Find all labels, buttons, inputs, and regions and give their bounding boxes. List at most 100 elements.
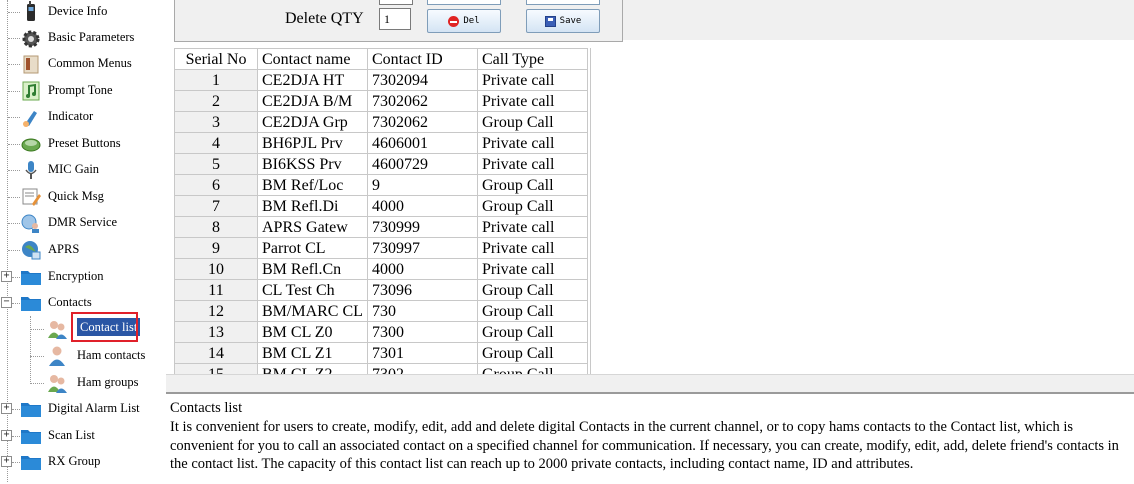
table-row[interactable]: 5 BI6KSS Prv 4600729 Private call	[174, 153, 588, 175]
call-type-cell[interactable]: Private call	[477, 216, 588, 238]
call-type-cell[interactable]: Private call	[477, 258, 588, 280]
call-type-cell[interactable]: Group Call	[477, 363, 588, 374]
serial-no-cell[interactable]: 11	[174, 279, 258, 301]
call-type-cell[interactable]: Group Call	[477, 111, 588, 133]
contact-name-cell[interactable]: CE2DJA Grp	[257, 111, 368, 133]
contact-id-cell[interactable]: 730	[367, 300, 478, 322]
tree-item-mic-gain[interactable]: MIC Gain	[0, 157, 166, 183]
contact-id-cell[interactable]: 7302062	[367, 90, 478, 112]
serial-no-cell[interactable]: 5	[174, 153, 258, 175]
table-row[interactable]: 14 BM CL Z1 7301 Group Call	[174, 342, 588, 364]
contact-name-cell[interactable]: CE2DJA HT	[257, 69, 368, 91]
delete-button[interactable]: Del	[427, 9, 501, 33]
table-row[interactable]: 7 BM Refl.Di 4000 Group Call	[174, 195, 588, 217]
contact-id-cell[interactable]: 4000	[367, 258, 478, 280]
call-type-cell[interactable]: Group Call	[477, 195, 588, 217]
tree-item-common-menus[interactable]: Common Menus	[0, 51, 166, 77]
expand-plus-icon[interactable]: +	[1, 271, 12, 282]
call-type-cell[interactable]: Private call	[477, 69, 588, 91]
call-type-cell[interactable]: Private call	[477, 132, 588, 154]
serial-no-cell[interactable]: 12	[174, 300, 258, 322]
contact-id-cell[interactable]: 7300	[367, 321, 478, 343]
tree-item-encryption[interactable]: + Encryption	[0, 264, 166, 290]
contact-name-cell[interactable]: CE2DJA B/M	[257, 90, 368, 112]
tree-item-digital-alarm-list[interactable]: + Digital Alarm List	[0, 396, 166, 422]
call-type-cell[interactable]: Private call	[477, 153, 588, 175]
call-type-cell[interactable]: Group Call	[477, 300, 588, 322]
serial-no-cell[interactable]: 15	[174, 363, 258, 374]
table-row[interactable]: 15 BM CL Z2 7302 Group Call	[174, 363, 588, 374]
serial-no-cell[interactable]: 6	[174, 174, 258, 196]
contact-name-cell[interactable]: CL Test Ch	[257, 279, 368, 301]
contact-id-cell[interactable]: 4000	[367, 195, 478, 217]
contact-name-cell[interactable]: BH6PJL Prv	[257, 132, 368, 154]
contact-name-cell[interactable]: BM Refl.Di	[257, 195, 368, 217]
table-row[interactable]: 9 Parrot CL 730997 Private call	[174, 237, 588, 259]
serial-no-cell[interactable]: 1	[174, 69, 258, 91]
contact-id-cell[interactable]: 7302094	[367, 69, 478, 91]
contact-id-cell[interactable]: 73096	[367, 279, 478, 301]
call-type-cell[interactable]: Group Call	[477, 342, 588, 364]
call-type-cell[interactable]: Private call	[477, 237, 588, 259]
contact-id-cell[interactable]: 4606001	[367, 132, 478, 154]
contact-name-cell[interactable]: BM CL Z2	[257, 363, 368, 374]
tree-item-basic-parameters[interactable]: Basic Parameters	[0, 25, 166, 51]
column-header-contact-id[interactable]: Contact ID	[367, 48, 478, 70]
table-row[interactable]: 10 BM Refl.Cn 4000 Private call	[174, 258, 588, 280]
table-row[interactable]: 3 CE2DJA Grp 7302062 Group Call	[174, 111, 588, 133]
table-row[interactable]: 13 BM CL Z0 7300 Group Call	[174, 321, 588, 343]
table-row[interactable]: 8 APRS Gatew 730999 Private call	[174, 216, 588, 238]
contact-id-cell[interactable]: 730999	[367, 216, 478, 238]
tree-item-rx-group[interactable]: + RX Group	[0, 449, 166, 475]
call-type-cell[interactable]: Group Call	[477, 321, 588, 343]
table-row[interactable]: 11 CL Test Ch 73096 Group Call	[174, 279, 588, 301]
call-type-cell[interactable]: Private call	[477, 90, 588, 112]
table-row[interactable]: 6 BM Ref/Loc 9 Group Call	[174, 174, 588, 196]
contact-name-cell[interactable]: BM Refl.Cn	[257, 258, 368, 280]
tree-item-ham-contacts[interactable]: Ham contacts	[0, 343, 166, 369]
column-header-call-type[interactable]: Call Type	[477, 48, 588, 70]
serial-no-cell[interactable]: 4	[174, 132, 258, 154]
serial-no-cell[interactable]: 10	[174, 258, 258, 280]
expand-plus-icon[interactable]: +	[1, 430, 12, 441]
tree-item-aprs[interactable]: APRS	[0, 237, 166, 263]
table-row[interactable]: 1 CE2DJA HT 7302094 Private call	[174, 69, 588, 91]
collapse-minus-icon[interactable]: −	[1, 297, 12, 308]
tree-item-dmr-service[interactable]: DMR Service	[0, 210, 166, 236]
serial-no-cell[interactable]: 14	[174, 342, 258, 364]
serial-no-cell[interactable]: 8	[174, 216, 258, 238]
expand-plus-icon[interactable]: +	[1, 456, 12, 467]
contact-name-cell[interactable]: BM CL Z1	[257, 342, 368, 364]
contact-name-cell[interactable]: Parrot CL	[257, 237, 368, 259]
serial-no-cell[interactable]: 3	[174, 111, 258, 133]
contact-name-cell[interactable]: APRS Gatew	[257, 216, 368, 238]
contact-id-cell[interactable]: 7302	[367, 363, 478, 374]
serial-no-cell[interactable]: 13	[174, 321, 258, 343]
save-button[interactable]: Save	[526, 9, 600, 33]
contact-id-cell[interactable]: 7301	[367, 342, 478, 364]
expand-plus-icon[interactable]: +	[1, 403, 12, 414]
call-type-cell[interactable]: Group Call	[477, 279, 588, 301]
table-row[interactable]: 2 CE2DJA B/M 7302062 Private call	[174, 90, 588, 112]
contact-name-cell[interactable]: BM CL Z0	[257, 321, 368, 343]
contact-name-cell[interactable]: BM/MARC CL	[257, 300, 368, 322]
serial-no-cell[interactable]: 2	[174, 90, 258, 112]
delete-qty-input[interactable]	[379, 8, 411, 30]
tree-item-indicator[interactable]: Indicator	[0, 104, 166, 130]
contact-id-cell[interactable]: 7302062	[367, 111, 478, 133]
tree-item-device-info[interactable]: Device Info	[0, 0, 166, 25]
contact-id-cell[interactable]: 730997	[367, 237, 478, 259]
tree-item-preset-buttons[interactable]: Preset Buttons	[0, 131, 166, 157]
tree-item-scan-list[interactable]: + Scan List	[0, 423, 166, 449]
table-row[interactable]: 4 BH6PJL Prv 4606001 Private call	[174, 132, 588, 154]
table-row[interactable]: 12 BM/MARC CL 730 Group Call	[174, 300, 588, 322]
contact-name-cell[interactable]: BI6KSS Prv	[257, 153, 368, 175]
call-type-cell[interactable]: Group Call	[477, 174, 588, 196]
serial-no-cell[interactable]: 7	[174, 195, 258, 217]
column-header-contact-name[interactable]: Contact name	[257, 48, 368, 70]
contact-id-cell[interactable]: 4600729	[367, 153, 478, 175]
contact-id-cell[interactable]: 9	[367, 174, 478, 196]
tree-item-prompt-tone[interactable]: Prompt Tone	[0, 78, 166, 104]
tree-item-ham-groups[interactable]: Ham groups	[0, 370, 166, 396]
tree-item-quick-msg[interactable]: Quick Msg	[0, 184, 166, 210]
